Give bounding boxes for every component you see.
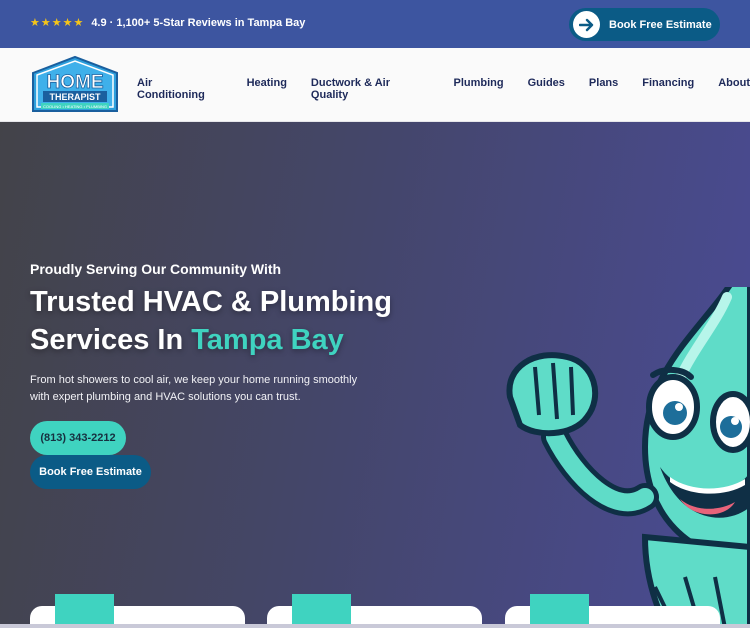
top-book-estimate-button[interactable]: Book Free Estimate [569, 8, 720, 41]
top-bar: ★★★★★ 4.9 · 1,100+ 5-Star Reviews in Tam… [0, 0, 750, 48]
main-navigation: HOME THERAPIST COOLING • HEATING • PLUMB… [0, 48, 750, 122]
hero-headline: Trusted HVAC & Plumbing Services In Tamp… [30, 283, 450, 359]
nav-item-ductwork[interactable]: Ductwork & Air Quality [311, 77, 430, 101]
home-therapist-logo[interactable]: HOME THERAPIST COOLING • HEATING • PLUMB… [29, 55, 121, 115]
rating-text: 4.9 · 1,100+ 5-Star Reviews in Tampa Bay [91, 16, 306, 29]
star-rating-icon: ★★★★★ [30, 17, 85, 29]
top-cta-label: Book Free Estimate [609, 18, 712, 31]
headline-accent: Tampa Bay [191, 324, 344, 356]
headline-line1: Trusted HVAC & Plumbing [30, 286, 392, 318]
hero-description: From hot showers to cool air, we keep yo… [30, 374, 358, 403]
headline-line2: Services In Tampa Bay [30, 321, 450, 359]
nav-item-financing[interactable]: Financing [642, 77, 694, 101]
review-rating[interactable]: ★★★★★ 4.9 · 1,100+ 5-Star Reviews in Tam… [30, 16, 306, 30]
headline-line2-plain: Services In [30, 324, 192, 356]
nav-menu: Air Conditioning Heating Ductwork & Air … [137, 77, 750, 101]
water-drop-mascot-icon [506, 287, 750, 628]
nav-item-plans[interactable]: Plans [589, 77, 618, 101]
nav-item-heating[interactable]: Heating [247, 77, 287, 101]
section-divider [0, 624, 750, 628]
shield-icon [530, 594, 589, 628]
nav-item-guides[interactable]: Guides [528, 77, 565, 101]
arrow-right-icon [573, 11, 600, 38]
book-estimate-button[interactable]: Book Free Estimate [30, 455, 151, 489]
hero-eyebrow: Proudly Serving Our Community With [30, 261, 282, 277]
logo-line2: THERAPIST [49, 92, 101, 102]
nav-item-plumbing[interactable]: Plumbing [454, 77, 504, 101]
hero-section: Proudly Serving Our Community With Trust… [0, 122, 750, 628]
gear-icon [292, 594, 351, 628]
nav-item-about[interactable]: About [718, 77, 750, 101]
phone-button[interactable]: (813) 343-2212 [30, 421, 126, 455]
hands-icon [55, 594, 114, 628]
logo-line1: HOME [47, 72, 104, 93]
logo-tagline: COOLING • HEATING • PLUMBING [43, 104, 107, 109]
nav-item-air-conditioning[interactable]: Air Conditioning [137, 77, 223, 101]
